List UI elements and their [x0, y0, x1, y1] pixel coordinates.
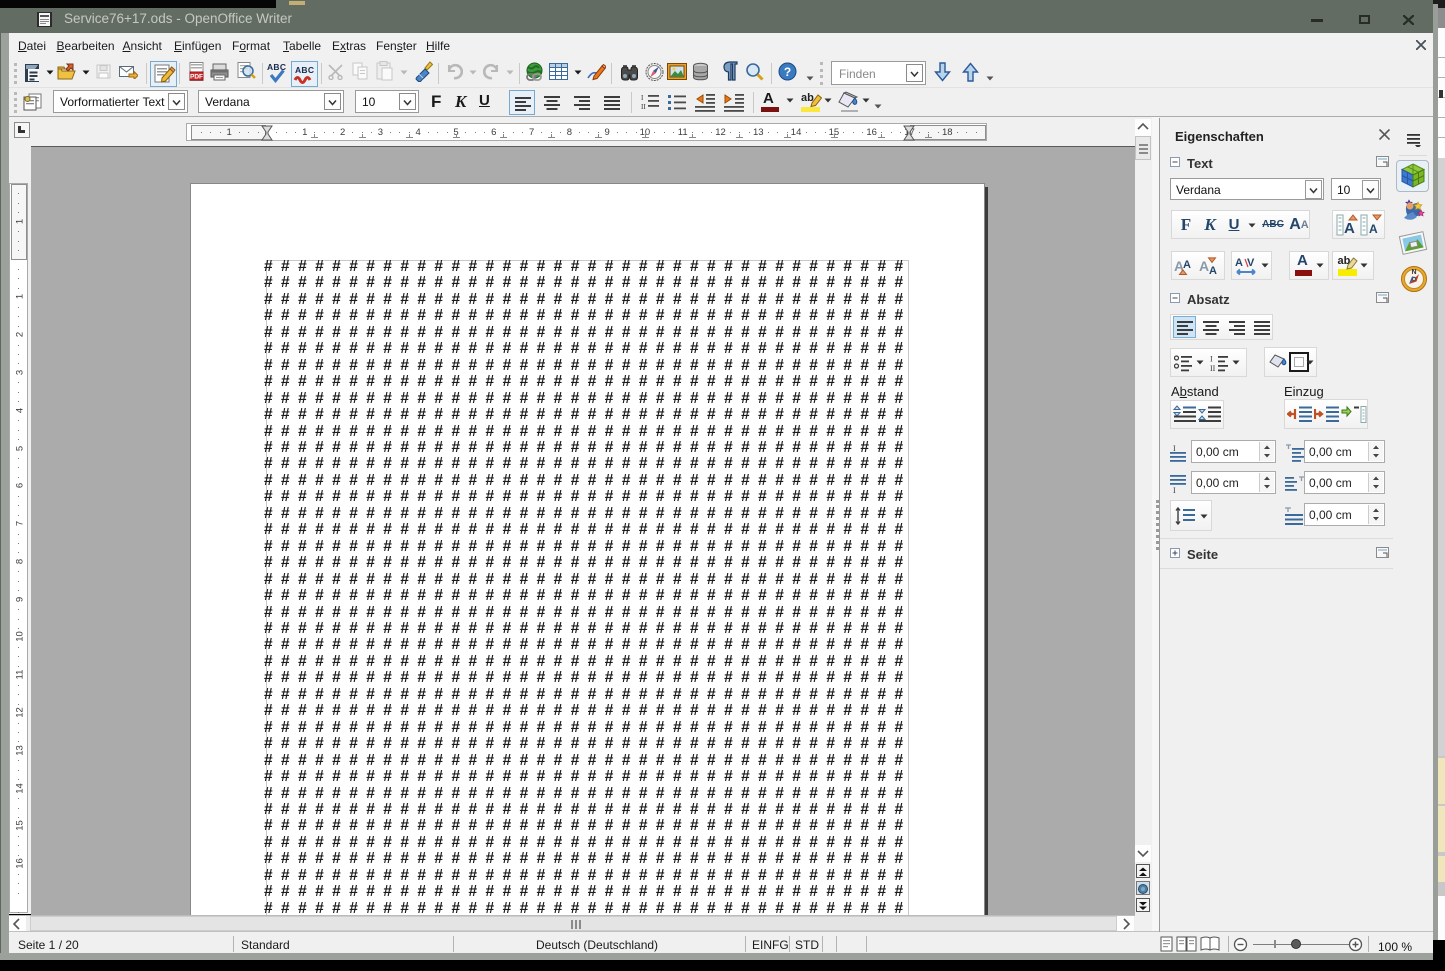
svg-text:PDF: PDF: [190, 74, 203, 81]
svg-text:II: II: [1210, 364, 1216, 372]
svg-text:I: I: [641, 94, 644, 102]
svg-text:A: A: [1209, 265, 1217, 277]
svg-text:A: A: [1344, 220, 1355, 237]
svg-text:ABC: ABC: [295, 65, 314, 75]
svg-text:II: II: [641, 103, 646, 111]
svg-text:A: A: [1369, 222, 1378, 236]
svg-text:I: I: [1210, 354, 1213, 363]
svg-text:N: N: [1411, 269, 1416, 276]
svg-text:I: I: [1173, 444, 1176, 453]
svg-text:V: V: [1247, 257, 1255, 269]
svg-text:I: I: [1173, 486, 1176, 494]
svg-text:A: A: [1235, 257, 1243, 269]
svg-text:?: ?: [784, 65, 791, 79]
svg-text:A: A: [1183, 259, 1191, 271]
svg-text:A: A: [1199, 258, 1209, 274]
